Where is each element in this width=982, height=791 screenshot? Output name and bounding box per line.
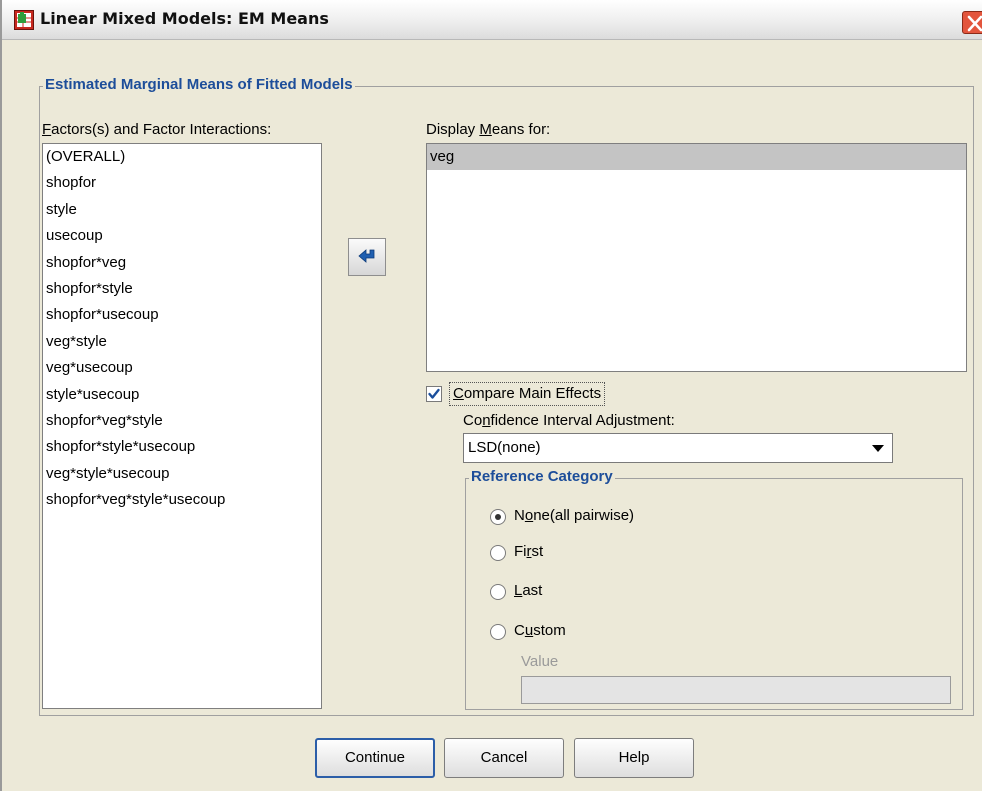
- help-button[interactable]: Help: [574, 738, 694, 778]
- spss-dialog-icon: [14, 10, 34, 30]
- radio-none-label[interactable]: None(all pairwise): [514, 507, 634, 524]
- list-item[interactable]: style: [43, 197, 321, 223]
- list-item[interactable]: (OVERALL): [43, 144, 321, 170]
- list-item[interactable]: style*usecoup: [43, 382, 321, 408]
- list-item[interactable]: veg*style: [43, 329, 321, 355]
- radio-last[interactable]: [490, 584, 506, 600]
- compare-main-effects-checkbox[interactable]: [426, 386, 442, 402]
- factors-listbox[interactable]: (OVERALL) shopfor style usecoup shopfor*…: [42, 143, 322, 709]
- display-means-label: Display Means for:: [426, 121, 551, 138]
- value-input: [521, 676, 951, 704]
- continue-button[interactable]: Continue: [315, 738, 435, 778]
- list-item[interactable]: veg: [427, 144, 966, 171]
- list-item[interactable]: shopfor*style*usecoup: [43, 434, 321, 460]
- list-item[interactable]: veg*usecoup: [43, 355, 321, 381]
- factors-label: Factors(s) and Factor Interactions:: [42, 121, 272, 138]
- list-item[interactable]: shopfor: [43, 170, 321, 196]
- radio-first-label[interactable]: First: [514, 543, 543, 560]
- display-means-listbox[interactable]: veg: [426, 143, 967, 372]
- radio-first[interactable]: [490, 545, 506, 561]
- list-item[interactable]: shopfor*veg*style: [43, 408, 321, 434]
- chevron-down-icon[interactable]: [872, 445, 884, 452]
- group-title: Estimated Marginal Means of Fitted Model…: [43, 76, 355, 93]
- em-means-dialog: Linear Mixed Models: EM Means Estimated …: [0, 0, 982, 791]
- compare-main-effects-label[interactable]: Compare Main Effects: [449, 382, 606, 406]
- list-item[interactable]: shopfor*veg: [43, 250, 321, 276]
- move-variable-button[interactable]: [348, 238, 386, 276]
- list-item[interactable]: veg*style*usecoup: [43, 461, 321, 487]
- ci-adjustment-select[interactable]: LSD(none): [463, 433, 893, 463]
- checkmark-icon: [428, 388, 440, 399]
- radio-custom[interactable]: [490, 624, 506, 640]
- title-bar[interactable]: Linear Mixed Models: EM Means: [2, 0, 982, 40]
- close-button[interactable]: [962, 11, 982, 34]
- ci-adjustment-value: LSD(none): [468, 439, 541, 456]
- close-icon: [967, 15, 982, 32]
- radio-custom-label[interactable]: Custom: [514, 622, 566, 639]
- reference-category-title: Reference Category: [469, 468, 615, 485]
- list-item[interactable]: usecoup: [43, 223, 321, 249]
- move-left-arrow-icon: [358, 249, 375, 263]
- radio-last-label[interactable]: Last: [514, 582, 542, 599]
- list-item[interactable]: shopfor*style: [43, 276, 321, 302]
- value-label: Value: [521, 653, 559, 670]
- list-item[interactable]: shopfor*veg*style*usecoup: [43, 487, 321, 513]
- ci-adjustment-label: Confidence Interval Adjustment:: [463, 412, 675, 429]
- window-title: Linear Mixed Models: EM Means: [40, 9, 329, 28]
- radio-none-all-pairwise[interactable]: [490, 509, 506, 525]
- list-item[interactable]: shopfor*usecoup: [43, 302, 321, 328]
- cancel-button[interactable]: Cancel: [444, 738, 564, 778]
